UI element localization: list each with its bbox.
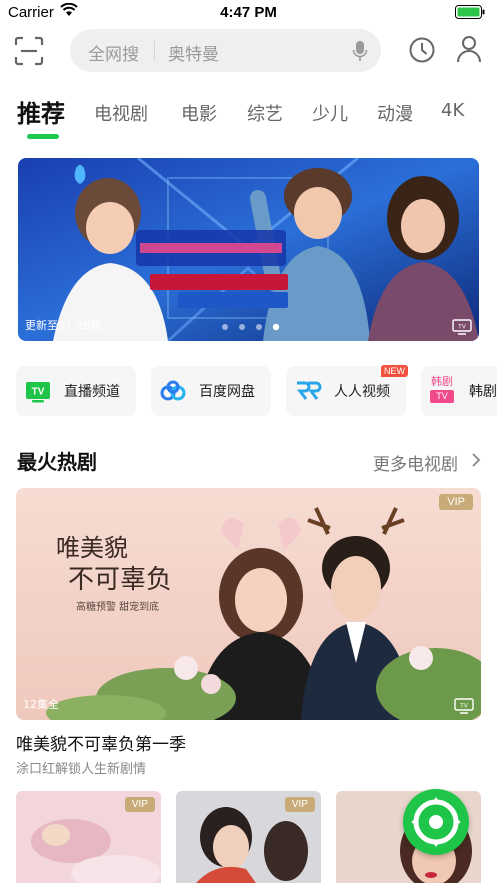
history-icon[interactable] [408, 36, 436, 64]
clock: 4:47 PM [220, 4, 277, 21]
status-bar: Carrier 4:47 PM [0, 0, 497, 26]
top-bar: 全网搜 奥特曼 [0, 28, 497, 74]
scan-icon[interactable] [14, 36, 44, 66]
featured-show-poster[interactable]: 唯美貌 不可辜负 高糖预警 甜宠到底 VIP 12集全 TV [16, 488, 481, 720]
category-tabs: 推荐 电视剧 电影 综艺 少儿 动漫 4K [0, 94, 497, 144]
user-icon[interactable] [456, 35, 482, 63]
tab-anime[interactable]: 动漫 [377, 100, 413, 126]
banner-update-text: 更新至07-28期 [25, 319, 101, 332]
section-title: 最火热剧 [17, 450, 97, 474]
tab-kids[interactable]: 少儿 [312, 100, 348, 126]
entry-baidu-cloud[interactable]: 百度网盘 [151, 366, 271, 416]
svg-text:唯美貌: 唯美貌 [56, 534, 128, 562]
tab-tv-series[interactable]: 电视剧 [94, 100, 148, 126]
vip-badge: VIP [124, 797, 155, 812]
entry-korean-drama-label: 韩剧 [469, 384, 497, 400]
show-thumbnail[interactable]: VIP [16, 791, 161, 883]
episode-count: 12集全 [23, 698, 59, 711]
entry-korean-drama[interactable]: 韩剧 TV 韩剧 [421, 366, 497, 416]
battery-icon [455, 5, 485, 19]
search-bar[interactable]: 全网搜 奥特曼 [70, 29, 381, 72]
featured-image: 唯美貌 不可辜负 高糖预警 甜宠到底 [16, 488, 481, 720]
entry-live-channels[interactable]: TV 直播频道 [16, 366, 136, 416]
entry-renren-video-label: 人人视频 [334, 384, 390, 400]
chevron-right-icon[interactable] [471, 453, 481, 467]
search-divider [154, 41, 155, 61]
svg-text:高糖预警 甜宠到底: 高糖预警 甜宠到底 [76, 600, 159, 613]
active-tab-indicator [27, 134, 59, 139]
entry-renren-video[interactable]: 人人视频 NEW [286, 365, 408, 416]
show-thumbnail[interactable]: VIP [176, 791, 321, 883]
microphone-icon[interactable] [352, 40, 368, 62]
entry-baidu-cloud-label: 百度网盘 [199, 384, 255, 400]
cast-tv-icon[interactable]: TV [452, 319, 472, 335]
tv-green-icon: TV [26, 382, 50, 403]
korean-drama-icon-tv: TV [430, 390, 454, 403]
banner-image [18, 158, 479, 341]
svg-text:TV: TV [32, 387, 45, 398]
cast-tv-icon[interactable]: TV [454, 698, 474, 714]
hero-banner[interactable]: 更新至07-28期 TV [18, 158, 479, 341]
korean-drama-icon: 韩剧 TV [427, 376, 457, 406]
tab-recommend[interactable]: 推荐 [17, 94, 65, 129]
banner-page-dots[interactable] [221, 323, 281, 331]
tab-4k[interactable]: 4K [441, 100, 464, 121]
featured-title[interactable]: 唯美貌不可辜负第一季 [16, 730, 186, 755]
vip-badge: VIP [439, 494, 473, 510]
quick-entry-row: TV 直播频道 百度网盘 人人视频 NEW 韩剧 TV 韩剧 [0, 365, 497, 418]
vip-badge: VIP [284, 797, 315, 812]
renren-icon [297, 381, 322, 400]
svg-text:TV: TV [460, 704, 468, 710]
remote-control-button[interactable] [403, 789, 469, 855]
tab-variety[interactable]: 综艺 [247, 100, 283, 126]
entry-live-channels-label: 直播频道 [64, 384, 120, 400]
korean-drama-icon-text: 韩剧 [431, 375, 453, 388]
search-input[interactable]: 奥特曼 [168, 40, 219, 65]
svg-text:不可辜负: 不可辜负 [68, 565, 172, 595]
gamepad-icon [411, 797, 461, 847]
baidu-cloud-icon [160, 380, 186, 401]
search-scope-label[interactable]: 全网搜 [88, 40, 139, 65]
svg-text:TV: TV [458, 325, 466, 331]
featured-subtitle: 涂口红解锁人生新剧情 [16, 762, 147, 777]
new-badge: NEW [381, 365, 408, 377]
section-more-link[interactable]: 更多电视剧 [373, 450, 458, 475]
tab-movies[interactable]: 电影 [181, 100, 217, 126]
